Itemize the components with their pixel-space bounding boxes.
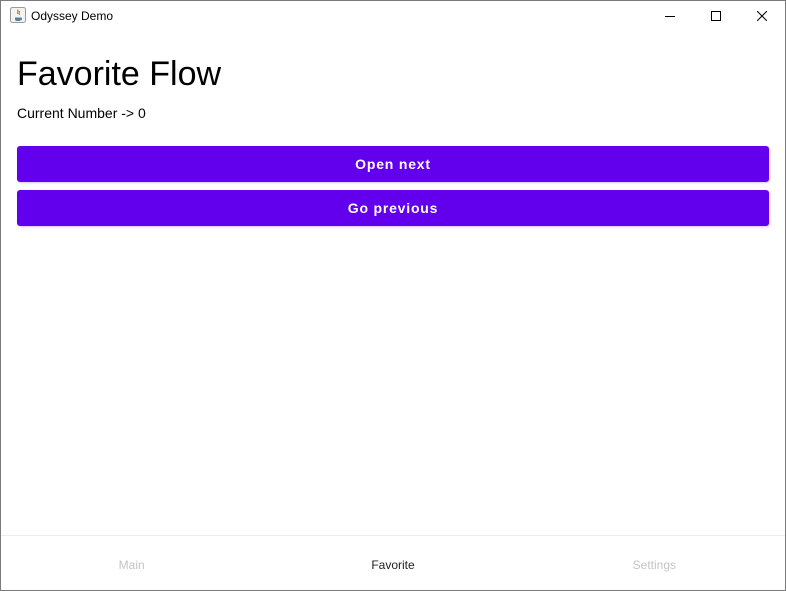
window-title: Odyssey Demo <box>31 9 114 23</box>
minimize-icon <box>665 16 675 17</box>
nav-item-favorite[interactable]: Favorite <box>262 536 523 590</box>
main-content: Favorite Flow Current Number -> 0 Open n… <box>1 31 785 535</box>
maximize-icon <box>711 11 721 21</box>
open-next-button[interactable]: Open next <box>17 146 769 182</box>
java-app-icon <box>10 7 26 23</box>
nav-item-settings[interactable]: Settings <box>524 536 785 590</box>
close-button[interactable] <box>739 1 785 31</box>
current-number-label: Current Number -> 0 <box>17 105 146 121</box>
nav-item-main[interactable]: Main <box>1 536 262 590</box>
title-bar[interactable]: Odyssey Demo <box>1 1 785 31</box>
minimize-button[interactable] <box>647 1 693 31</box>
app-window: Odyssey Demo Favorite Flow Current Numbe… <box>0 0 786 591</box>
close-icon <box>757 11 767 21</box>
go-previous-button[interactable]: Go previous <box>17 190 769 226</box>
page-title: Favorite Flow <box>17 55 222 93</box>
bottom-navigation: Main Favorite Settings <box>1 535 785 590</box>
maximize-button[interactable] <box>693 1 739 31</box>
